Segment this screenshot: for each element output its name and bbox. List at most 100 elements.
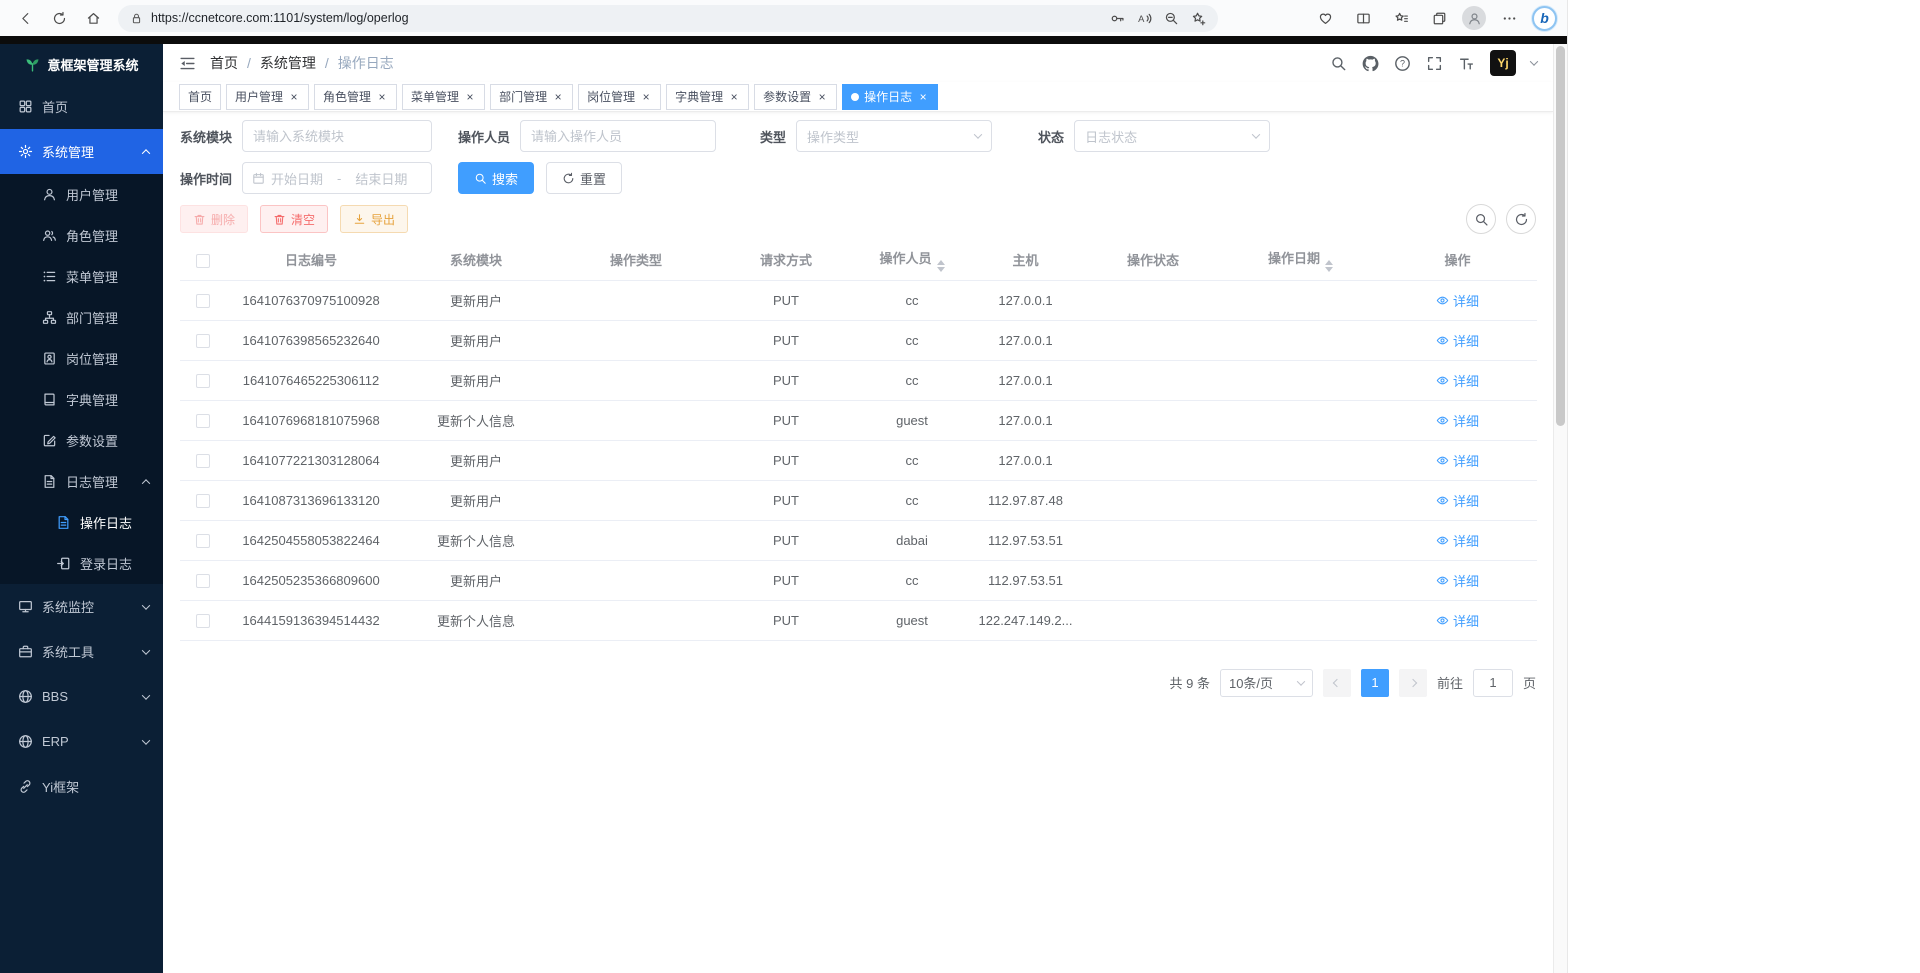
goto-page-input[interactable] <box>1473 669 1513 697</box>
date-range-picker[interactable]: 开始日期 - 结束日期 <box>242 162 432 194</box>
tab-role-management[interactable]: 角色管理× <box>314 84 397 110</box>
read-aloud-icon[interactable] <box>1137 11 1152 26</box>
tab-user-management[interactable]: 用户管理× <box>226 84 309 110</box>
sort-icons[interactable] <box>1325 260 1333 272</box>
sidebar-item-departments[interactable]: 部门管理 <box>0 297 163 338</box>
sidebar-item-system-tools[interactable]: 系统工具 <box>0 629 163 674</box>
sidebar-item-log-management[interactable]: 日志管理 <box>0 461 163 502</box>
tab-menu-management[interactable]: 菜单管理× <box>402 84 485 110</box>
table-refresh-icon[interactable] <box>1506 204 1536 234</box>
tab-department-management[interactable]: 部门管理× <box>490 84 573 110</box>
sidebar-item-system[interactable]: 系统管理 <box>0 129 163 174</box>
prev-page-button[interactable] <box>1323 669 1351 697</box>
detail-link[interactable]: 详细 <box>1436 291 1479 310</box>
zoom-icon[interactable] <box>1164 11 1179 26</box>
favorites-bar-icon[interactable] <box>1386 4 1416 32</box>
detail-link[interactable]: 详细 <box>1436 331 1479 350</box>
user-menu-caret-icon[interactable] <box>1530 57 1538 65</box>
sidebar-item-yi-framework[interactable]: Yi框架 <box>0 764 163 809</box>
delete-button[interactable]: 删除 <box>180 205 248 233</box>
password-key-icon[interactable] <box>1110 11 1125 26</box>
row-checkbox[interactable] <box>196 614 210 628</box>
module-input[interactable] <box>242 120 432 152</box>
clear-button[interactable]: 清空 <box>260 205 328 233</box>
sidebar-item-login-log[interactable]: 登录日志 <box>0 543 163 584</box>
row-checkbox[interactable] <box>196 494 210 508</box>
detail-link[interactable]: 详细 <box>1436 571 1479 590</box>
operator-input[interactable] <box>520 120 716 152</box>
page-size-select[interactable]: 10条/页 <box>1220 669 1313 697</box>
tab-operation-log[interactable]: 操作日志× <box>842 84 938 110</box>
user-logo-badge[interactable]: Yj <box>1490 50 1516 76</box>
tab-close-icon[interactable]: × <box>288 91 300 103</box>
fullscreen-icon[interactable] <box>1426 55 1443 72</box>
detail-link[interactable]: 详细 <box>1436 491 1479 510</box>
reset-button[interactable]: 重置 <box>546 162 622 194</box>
row-checkbox[interactable] <box>196 374 210 388</box>
sidebar-item-menus[interactable]: 菜单管理 <box>0 256 163 297</box>
sidebar-toggle[interactable] <box>179 55 196 72</box>
split-screen-icon[interactable] <box>1348 4 1378 32</box>
url-text[interactable]: https://ccnetcore.com:1101/system/log/op… <box>151 11 1102 25</box>
detail-link[interactable]: 详细 <box>1436 611 1479 630</box>
sidebar-item-roles[interactable]: 角色管理 <box>0 215 163 256</box>
page-number-button[interactable]: 1 <box>1361 669 1389 697</box>
next-page-button[interactable] <box>1399 669 1427 697</box>
tab-close-icon[interactable]: × <box>816 91 828 103</box>
search-button[interactable]: 搜索 <box>458 162 534 194</box>
tab-close-icon[interactable]: × <box>917 91 929 103</box>
bing-icon[interactable]: b <box>1532 6 1557 31</box>
sidebar-item-parameters[interactable]: 参数设置 <box>0 420 163 461</box>
profile-avatar[interactable] <box>1462 6 1486 30</box>
help-icon[interactable] <box>1394 55 1411 72</box>
tab-home[interactable]: 首页 <box>179 84 221 110</box>
col-date[interactable]: 操作日期 <box>1223 240 1378 280</box>
row-checkbox[interactable] <box>196 334 210 348</box>
sidebar-item-posts[interactable]: 岗位管理 <box>0 338 163 379</box>
collections-icon[interactable] <box>1424 4 1454 32</box>
header-search-icon[interactable] <box>1330 55 1347 72</box>
add-favorite-star-icon[interactable] <box>1191 11 1206 26</box>
row-checkbox[interactable] <box>196 454 210 468</box>
breadcrumb-home[interactable]: 首页 <box>210 53 238 73</box>
sidebar-item-users[interactable]: 用户管理 <box>0 174 163 215</box>
sidebar-item-erp[interactable]: ERP <box>0 719 163 764</box>
sidebar-item-dictionary[interactable]: 字典管理 <box>0 379 163 420</box>
github-icon[interactable] <box>1362 55 1379 72</box>
back-button[interactable] <box>10 4 40 32</box>
tab-close-icon[interactable]: × <box>552 91 564 103</box>
home-button[interactable] <box>78 4 108 32</box>
detail-link[interactable]: 详细 <box>1436 531 1479 550</box>
toggle-search-icon[interactable] <box>1466 204 1496 234</box>
browser-essentials-icon[interactable] <box>1310 4 1340 32</box>
detail-link[interactable]: 详细 <box>1436 451 1479 470</box>
font-size-icon[interactable] <box>1458 55 1475 72</box>
type-select[interactable]: 操作类型 <box>796 120 992 152</box>
col-operator[interactable]: 操作人员 <box>856 240 968 280</box>
tab-close-icon[interactable]: × <box>376 91 388 103</box>
detail-link[interactable]: 详细 <box>1436 411 1479 430</box>
scrollbar-thumb[interactable] <box>1556 46 1565 426</box>
tab-parameter-settings[interactable]: 参数设置× <box>754 84 837 110</box>
address-bar[interactable]: https://ccnetcore.com:1101/system/log/op… <box>118 5 1218 32</box>
more-menu-icon[interactable] <box>1494 4 1524 32</box>
row-checkbox[interactable] <box>196 414 210 428</box>
tab-close-icon[interactable]: × <box>728 91 740 103</box>
sidebar-item-system-monitor[interactable]: 系统监控 <box>0 584 163 629</box>
row-checkbox[interactable] <box>196 574 210 588</box>
export-button[interactable]: 导出 <box>340 205 408 233</box>
select-all-checkbox[interactable] <box>196 254 210 268</box>
breadcrumb-section[interactable]: 系统管理 <box>260 53 316 73</box>
detail-link[interactable]: 详细 <box>1436 371 1479 390</box>
tab-close-icon[interactable]: × <box>464 91 476 103</box>
sidebar-item-bbs[interactable]: BBS <box>0 674 163 719</box>
sort-icons[interactable] <box>937 260 945 272</box>
page-scrollbar[interactable] <box>1553 44 1567 973</box>
row-checkbox[interactable] <box>196 294 210 308</box>
status-select[interactable]: 日志状态 <box>1074 120 1270 152</box>
tab-post-management[interactable]: 岗位管理× <box>578 84 661 110</box>
sidebar-item-home[interactable]: 首页 <box>0 84 163 129</box>
refresh-button[interactable] <box>44 4 74 32</box>
tab-dictionary-management[interactable]: 字典管理× <box>666 84 749 110</box>
row-checkbox[interactable] <box>196 534 210 548</box>
